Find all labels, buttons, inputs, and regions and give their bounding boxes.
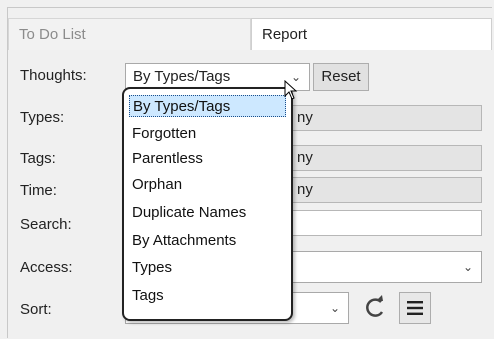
tab-bar: To Do List Report bbox=[8, 8, 492, 52]
dropdown-item-types[interactable]: Types bbox=[132, 257, 172, 279]
thoughts-select-value: By Types/Tags bbox=[133, 68, 231, 85]
dropdown-item-by-types-tags[interactable]: By Types/Tags bbox=[129, 95, 286, 117]
tags-label: Tags: bbox=[20, 150, 56, 167]
thoughts-label: Thoughts: bbox=[20, 67, 87, 84]
refresh-icon[interactable] bbox=[360, 293, 390, 323]
types-field-value: ny bbox=[297, 109, 313, 126]
mouse-pointer-icon bbox=[284, 79, 298, 104]
dropdown-item-orphan[interactable]: Orphan bbox=[132, 174, 182, 196]
time-label: Time: bbox=[20, 182, 57, 199]
dropdown-item-by-attachments[interactable]: By Attachments bbox=[132, 230, 236, 252]
tab-to-do-list[interactable]: To Do List bbox=[8, 18, 251, 50]
tab-report[interactable]: Report bbox=[251, 18, 492, 50]
reset-button[interactable]: Reset bbox=[313, 63, 369, 91]
sort-label: Sort: bbox=[20, 301, 52, 318]
dropdown-item-duplicate-names[interactable]: Duplicate Names bbox=[132, 202, 246, 224]
search-label: Search: bbox=[20, 216, 72, 233]
chevron-down-icon: ⌄ bbox=[462, 260, 473, 274]
dropdown-item-parentless[interactable]: Parentless bbox=[132, 148, 203, 170]
hamburger-menu-icon bbox=[407, 301, 423, 315]
access-label: Access: bbox=[20, 259, 73, 276]
dropdown-item-tags[interactable]: Tags bbox=[132, 285, 164, 307]
menu-button[interactable] bbox=[399, 292, 431, 324]
thoughts-dropdown-list: By Types/Tags Forgotten Parentless Orpha… bbox=[122, 87, 293, 321]
time-field-value: ny bbox=[297, 181, 313, 198]
dropdown-item-forgotten[interactable]: Forgotten bbox=[132, 123, 196, 145]
types-label: Types: bbox=[20, 109, 65, 126]
tags-field-value: ny bbox=[297, 149, 313, 166]
chevron-down-icon: ⌄ bbox=[329, 301, 340, 315]
